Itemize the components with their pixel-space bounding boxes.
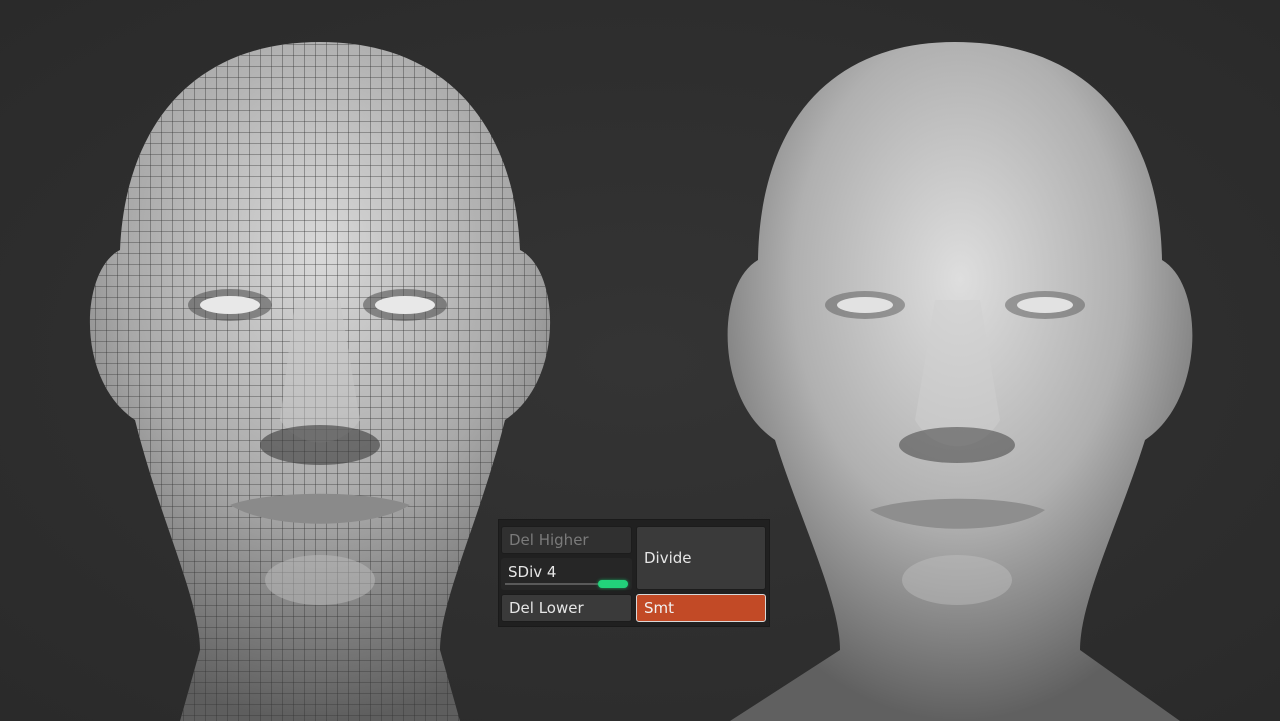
viewport[interactable]: Del Higher Divide SDiv 4 Del Lower Smt [0, 0, 1280, 721]
sdiv-label: SDiv 4 [508, 563, 557, 581]
smt-toggle[interactable]: Smt [636, 594, 766, 622]
sdiv-slider-knob[interactable] [598, 580, 628, 588]
del-lower-button[interactable]: Del Lower [501, 594, 632, 622]
sdiv-slider[interactable]: SDiv 4 [501, 558, 632, 590]
subdivision-panel: Del Higher Divide SDiv 4 Del Lower Smt [498, 519, 770, 627]
divide-button[interactable]: Divide [636, 526, 766, 590]
smooth-head-model[interactable] [690, 0, 1230, 721]
del-higher-button[interactable]: Del Higher [501, 526, 632, 554]
